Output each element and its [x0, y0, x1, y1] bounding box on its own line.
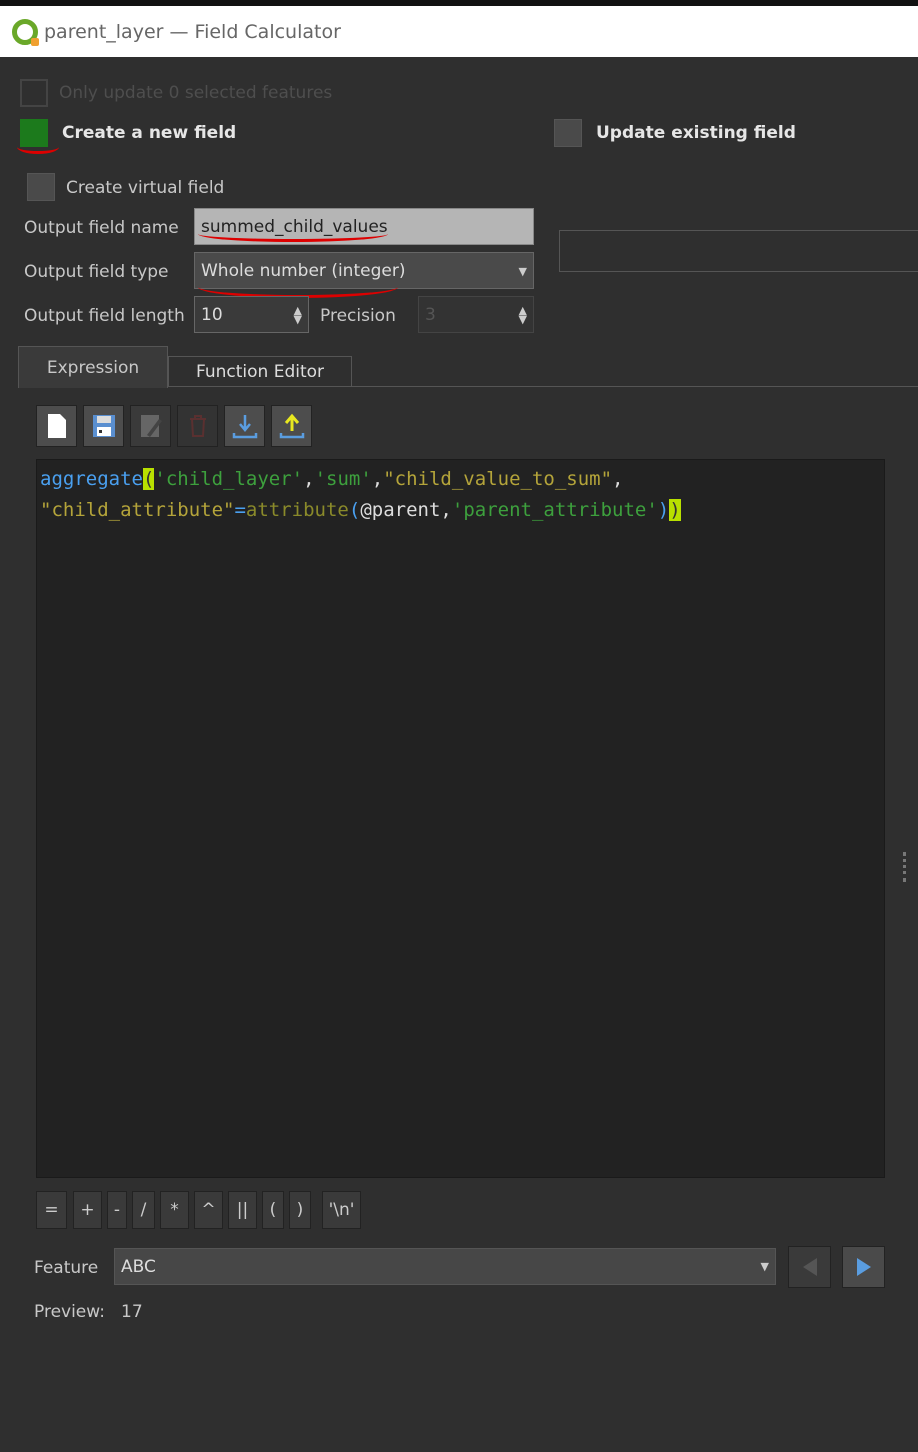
expression-token: 'child_layer' [154, 468, 304, 490]
precision-spinbox[interactable]: 3 ▲ ▼ [418, 296, 534, 333]
create-virtual-field-checkbox[interactable] [27, 173, 55, 201]
window-title: parent_layer — Field Calculator [44, 20, 341, 43]
tab-divider [168, 386, 918, 387]
precision-value: 3 [425, 304, 436, 325]
create-virtual-field-label: Create virtual field [66, 178, 225, 198]
expression-token: = [234, 499, 246, 521]
delete-icon [189, 415, 206, 437]
tab-expression[interactable]: Expression [18, 346, 168, 388]
operator-button[interactable]: ( [262, 1191, 284, 1229]
expression-token: , [371, 468, 384, 490]
operator-button[interactable]: - [107, 1191, 127, 1229]
import-button[interactable] [224, 405, 265, 447]
previous-feature-button[interactable] [788, 1246, 831, 1288]
feature-select[interactable]: ABC ▼ [114, 1248, 776, 1285]
next-feature-button[interactable] [842, 1246, 885, 1288]
delete-expression-button[interactable] [177, 405, 218, 447]
next-icon [856, 1258, 871, 1276]
output-field-length-value: 10 [201, 304, 223, 325]
expression-token: ) [657, 499, 670, 521]
operator-button[interactable]: / [132, 1191, 155, 1229]
output-field-length-spinbox[interactable]: 10 ▲ ▼ [194, 296, 309, 333]
create-new-field-label: Create a new field [62, 123, 237, 143]
splitter-handle[interactable] [903, 852, 907, 882]
annotation-underline [198, 226, 388, 242]
operator-button[interactable]: * [160, 1191, 189, 1229]
expression-token: aggregate [40, 468, 143, 490]
expression-token: 'sum' [314, 468, 372, 490]
expression-token: 'parent_attribute' [451, 499, 658, 521]
import-icon [232, 415, 257, 439]
annotation-underline [198, 276, 398, 298]
expression-token: "child_value_to_sum" [383, 468, 613, 490]
expression-token: ( [142, 468, 155, 490]
preview-value: 17 [121, 1302, 143, 1322]
output-field-length-label: Output field length [24, 306, 185, 326]
expression-token: ( [348, 499, 361, 521]
dropdown-arrow-icon: ▼ [760, 1260, 769, 1273]
field-selector-combobox[interactable] [559, 230, 918, 272]
expression-token: parent [371, 499, 441, 521]
qgis-logo-icon [12, 18, 39, 46]
operator-button[interactable]: || [228, 1191, 257, 1229]
save-icon [92, 415, 115, 437]
only-selected-checkbox[interactable] [20, 79, 48, 107]
expression-token: , [303, 468, 315, 490]
expression-token: , [440, 499, 452, 521]
dropdown-arrow-icon: ▼ [518, 265, 527, 278]
operator-button[interactable]: ) [289, 1191, 311, 1229]
previous-icon [802, 1258, 817, 1276]
annotation-underline [17, 140, 59, 154]
expression-token: attribute [245, 499, 349, 521]
expression-token: @ [360, 499, 372, 521]
spin-arrows-icon[interactable]: ▲ ▼ [294, 305, 302, 325]
export-icon [279, 413, 304, 439]
title-bar: parent_layer — Field Calculator [0, 6, 918, 57]
edit-icon [140, 415, 162, 437]
operator-button[interactable]: + [73, 1191, 102, 1229]
expression-token: , [612, 468, 624, 490]
operator-button[interactable]: ^ [194, 1191, 223, 1229]
new-expression-button[interactable] [36, 405, 77, 447]
output-field-name-label: Output field name [24, 218, 179, 238]
precision-label: Precision [320, 306, 396, 326]
expression-line-2: "child_attribute"=attribute(@parent,'par… [40, 495, 881, 526]
feature-label: Feature [34, 1258, 99, 1278]
export-button[interactable] [271, 405, 312, 447]
update-existing-field-checkbox[interactable] [554, 119, 582, 147]
operator-button[interactable]: = [36, 1191, 67, 1229]
update-existing-field-label: Update existing field [596, 123, 796, 143]
only-selected-label: Only update 0 selected features [59, 83, 333, 103]
feature-value: ABC [121, 1256, 156, 1277]
operator-button[interactable]: '\n' [322, 1191, 361, 1229]
spin-arrows-icon[interactable]: ▲ ▼ [519, 305, 527, 325]
output-field-type-label: Output field type [24, 262, 169, 282]
edit-expression-button[interactable] [130, 405, 171, 447]
save-expression-button[interactable] [83, 405, 124, 447]
expression-token: "child_attribute" [40, 499, 235, 521]
expression-line-1: aggregate('child_layer','sum',"child_val… [40, 464, 881, 495]
new-file-icon [47, 414, 66, 438]
expression-editor[interactable]: aggregate('child_layer','sum',"child_val… [36, 459, 885, 1178]
tab-label: Function Editor [195, 362, 325, 382]
tab-label: Expression [46, 357, 140, 378]
expression-token: ) [669, 499, 681, 521]
tab-function-editor[interactable]: Function Editor [168, 356, 352, 387]
preview-label: Preview: [34, 1302, 105, 1322]
